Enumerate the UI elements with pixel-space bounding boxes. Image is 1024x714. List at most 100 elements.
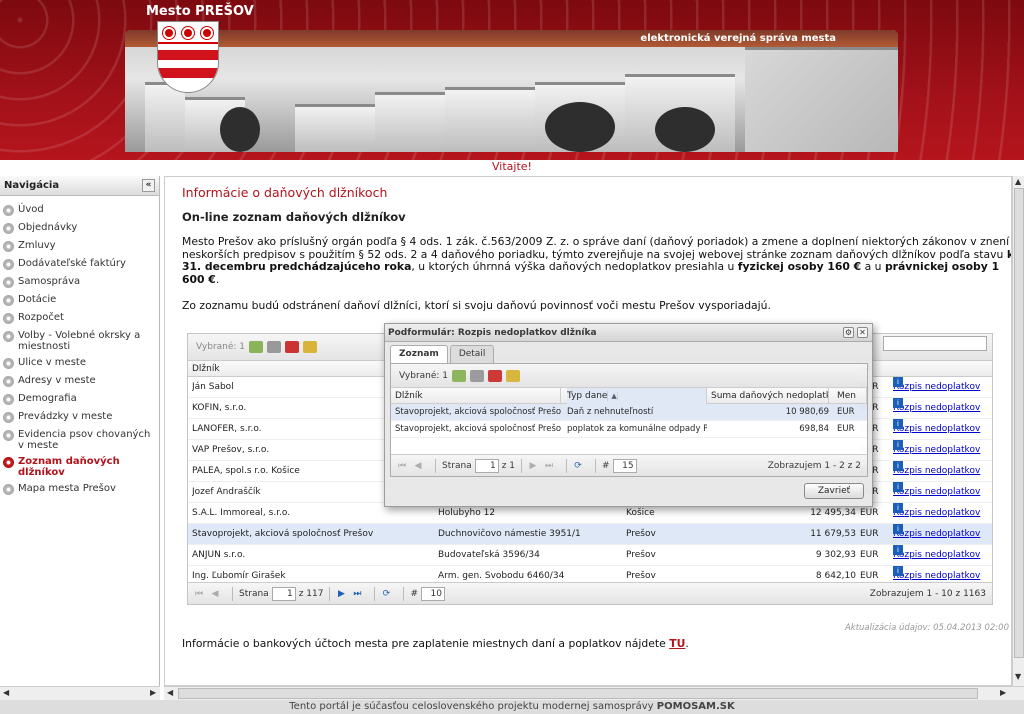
dialog-row[interactable]: Stavoprojekt, akciová spoločnosť Prešov … bbox=[391, 421, 867, 438]
info-icon: i bbox=[893, 482, 903, 492]
dialog-page-input[interactable]: 1 bbox=[474, 458, 499, 473]
sidebar-horizontal-scrollbar[interactable]: ◀ ▶ bbox=[0, 686, 160, 700]
info-icon: i bbox=[893, 440, 903, 450]
site-title[interactable]: Mesto PREŠOV bbox=[146, 4, 254, 19]
bullet-icon bbox=[3, 457, 14, 468]
photo-building bbox=[145, 82, 185, 152]
breakdown-link[interactable]: i Rozpis nedoplatkov bbox=[893, 545, 993, 566]
tab-detail[interactable]: Detail bbox=[449, 345, 495, 363]
cell-name: ANJUN s.r.o. bbox=[192, 550, 246, 560]
dialog-tabs: Zoznam Detail bbox=[390, 345, 496, 364]
col-header-currency[interactable]: Men bbox=[837, 388, 867, 404]
horizontal-scrollbar[interactable]: ◀ ▶ bbox=[164, 686, 1024, 700]
bullet-icon bbox=[3, 205, 14, 216]
bullet-icon bbox=[3, 259, 14, 270]
sort-az-icon[interactable] bbox=[488, 369, 503, 382]
nav-item-objednavky[interactable]: Objednávky bbox=[0, 220, 159, 238]
print-icon[interactable] bbox=[506, 369, 521, 382]
close-icon[interactable]: ✕ bbox=[857, 327, 868, 338]
info-icon: i bbox=[893, 419, 903, 429]
bullet-icon bbox=[3, 241, 14, 252]
info-icon: i bbox=[893, 503, 903, 513]
bank-info: Informácie o bankových účtoch mesta pre … bbox=[182, 637, 689, 650]
breakdown-link[interactable]: i Rozpis nedoplatkov bbox=[893, 524, 993, 545]
close-button[interactable]: Zavrieť bbox=[804, 483, 864, 499]
bullet-icon bbox=[3, 430, 14, 441]
tab-zoznam[interactable]: Zoznam bbox=[390, 345, 448, 364]
nav-item-ulice[interactable]: Ulice v meste bbox=[0, 355, 159, 373]
nav-item-uvod[interactable]: Úvod bbox=[0, 202, 159, 220]
cell-amount: 11 679,53 bbox=[810, 529, 856, 539]
nav-item-volby[interactable]: Volby - Volebné okrsky a miestnosti bbox=[0, 328, 159, 355]
sidebar-title: Navigácia bbox=[4, 180, 60, 191]
breakdown-link[interactable]: i Rozpis nedoplatkov bbox=[893, 482, 993, 503]
vertical-scrollbar[interactable]: ▲ ▼ bbox=[1012, 176, 1024, 686]
next-page-icon[interactable]: ▶ bbox=[336, 589, 346, 599]
dialog-grid-toolbar: Vybrané: 1 bbox=[391, 364, 867, 388]
nav-item-mapa[interactable]: Mapa mesta Prešov bbox=[0, 481, 159, 499]
prev-page-icon[interactable]: ◀ bbox=[210, 589, 220, 599]
last-page-icon[interactable]: ⏭ bbox=[544, 461, 554, 471]
nav-item-demografia[interactable]: Demografia bbox=[0, 391, 159, 409]
nav-list: Úvod Objednávky Zmluvy Dodávateľské fakt… bbox=[0, 196, 159, 499]
breakdown-link[interactable]: i Rozpis nedoplatkov bbox=[893, 419, 993, 440]
filter-icon[interactable] bbox=[249, 341, 264, 353]
grid-pager: ⏮ ◀ Strana 1 z 117 ▶ ⏭ ⟳ # 10 Zobrazujem… bbox=[188, 582, 992, 604]
nav-item-psy[interactable]: Evidencia psov chovaných v meste bbox=[0, 427, 159, 454]
bullet-icon bbox=[3, 358, 14, 369]
cell-currency: EUR bbox=[860, 529, 879, 539]
dialog-per-page-input[interactable]: 15 bbox=[612, 458, 637, 473]
breakdown-link[interactable]: i Rozpis nedoplatkov bbox=[893, 461, 993, 482]
nav-item-adresy[interactable]: Adresy v meste bbox=[0, 373, 159, 391]
prev-page-icon[interactable]: ◀ bbox=[413, 461, 423, 471]
filter-icon[interactable] bbox=[452, 369, 467, 382]
header: Mesto PREŠOV elektronická verejná správa… bbox=[0, 0, 1024, 160]
info-icon: i bbox=[893, 461, 903, 471]
info-icon: i bbox=[893, 545, 903, 555]
nav-item-faktury[interactable]: Dodávateľské faktúry bbox=[0, 256, 159, 274]
bullet-icon bbox=[3, 376, 14, 387]
bank-info-link[interactable]: TU bbox=[669, 637, 685, 650]
next-page-icon[interactable]: ▶ bbox=[528, 461, 538, 471]
col-header-debtor[interactable]: Dlžník bbox=[395, 388, 561, 404]
nav-item-dlznici[interactable]: Zoznam daňových dlžníkov bbox=[0, 454, 159, 481]
cell-currency: EUR bbox=[860, 550, 879, 560]
first-page-icon[interactable]: ⏮ bbox=[397, 461, 407, 471]
collapse-icon[interactable]: « bbox=[142, 179, 155, 192]
table-row[interactable]: Stavoprojekt, akciová spoločnosť Prešov D… bbox=[188, 524, 992, 545]
first-page-icon[interactable]: ⏮ bbox=[194, 589, 204, 599]
breakdown-link[interactable]: i Rozpis nedoplatkov bbox=[893, 440, 993, 461]
last-page-icon[interactable]: ⏭ bbox=[352, 589, 362, 599]
table-row[interactable]: ANJUN s.r.o. Budovateľská 3596/34 Prešov 9 … bbox=[188, 545, 992, 566]
col-header-tax-type[interactable]: Typ dane ▲ bbox=[567, 388, 707, 404]
info-icon: i bbox=[893, 377, 903, 387]
nav-item-dotacie[interactable]: Dotácie bbox=[0, 292, 159, 310]
last-update: Aktualizácia údajov: 05.04.2013 02:00 bbox=[844, 623, 1009, 633]
breakdown-link[interactable]: i Rozpis nedoplatkov bbox=[893, 503, 993, 524]
cell-amount: 9 302,93 bbox=[815, 550, 856, 560]
cell-street: Budovateľská 3596/34 bbox=[438, 550, 540, 560]
dialog-row[interactable]: Stavoprojekt, akciová spoločnosť Prešov … bbox=[391, 404, 867, 421]
nav-item-rozpocet[interactable]: Rozpočet bbox=[0, 310, 159, 328]
nav-item-zmluvy[interactable]: Zmluvy bbox=[0, 238, 159, 256]
clear-filter-icon[interactable] bbox=[470, 369, 485, 382]
page-input[interactable]: 1 bbox=[271, 586, 296, 601]
nav-item-samosprava[interactable]: Samospráva bbox=[0, 274, 159, 292]
refresh-icon[interactable]: ⟳ bbox=[573, 461, 583, 471]
dialog-selected-count: Vybrané: 1 bbox=[399, 370, 449, 381]
city-crest-logo[interactable] bbox=[157, 21, 219, 93]
sort-az-icon[interactable] bbox=[285, 341, 300, 353]
per-page-input[interactable]: 10 bbox=[421, 586, 445, 601]
help-icon[interactable]: ⚙ bbox=[843, 327, 854, 338]
grid-search-input[interactable] bbox=[883, 336, 987, 351]
refresh-icon[interactable]: ⟳ bbox=[381, 589, 391, 599]
clear-filter-icon[interactable] bbox=[267, 341, 282, 353]
dialog-pager: ⏮ ◀ Strana 1 z 1 ▶ ⏭ ⟳ # 15 Zobrazujem 1… bbox=[391, 454, 867, 476]
cell-street: Duchnovičovo námestie 3951/1 bbox=[438, 529, 581, 539]
breakdown-link[interactable]: i Rozpis nedoplatkov bbox=[893, 398, 993, 419]
nav-item-prevadzky[interactable]: Prevádzky v meste bbox=[0, 409, 159, 427]
print-icon[interactable] bbox=[303, 341, 318, 353]
footer-brand[interactable]: POMOSAM.SK bbox=[657, 701, 735, 712]
col-header-amount[interactable]: Suma daňových nedoplatkov bbox=[711, 388, 829, 404]
breakdown-link[interactable]: i Rozpis nedoplatkov bbox=[893, 377, 993, 398]
